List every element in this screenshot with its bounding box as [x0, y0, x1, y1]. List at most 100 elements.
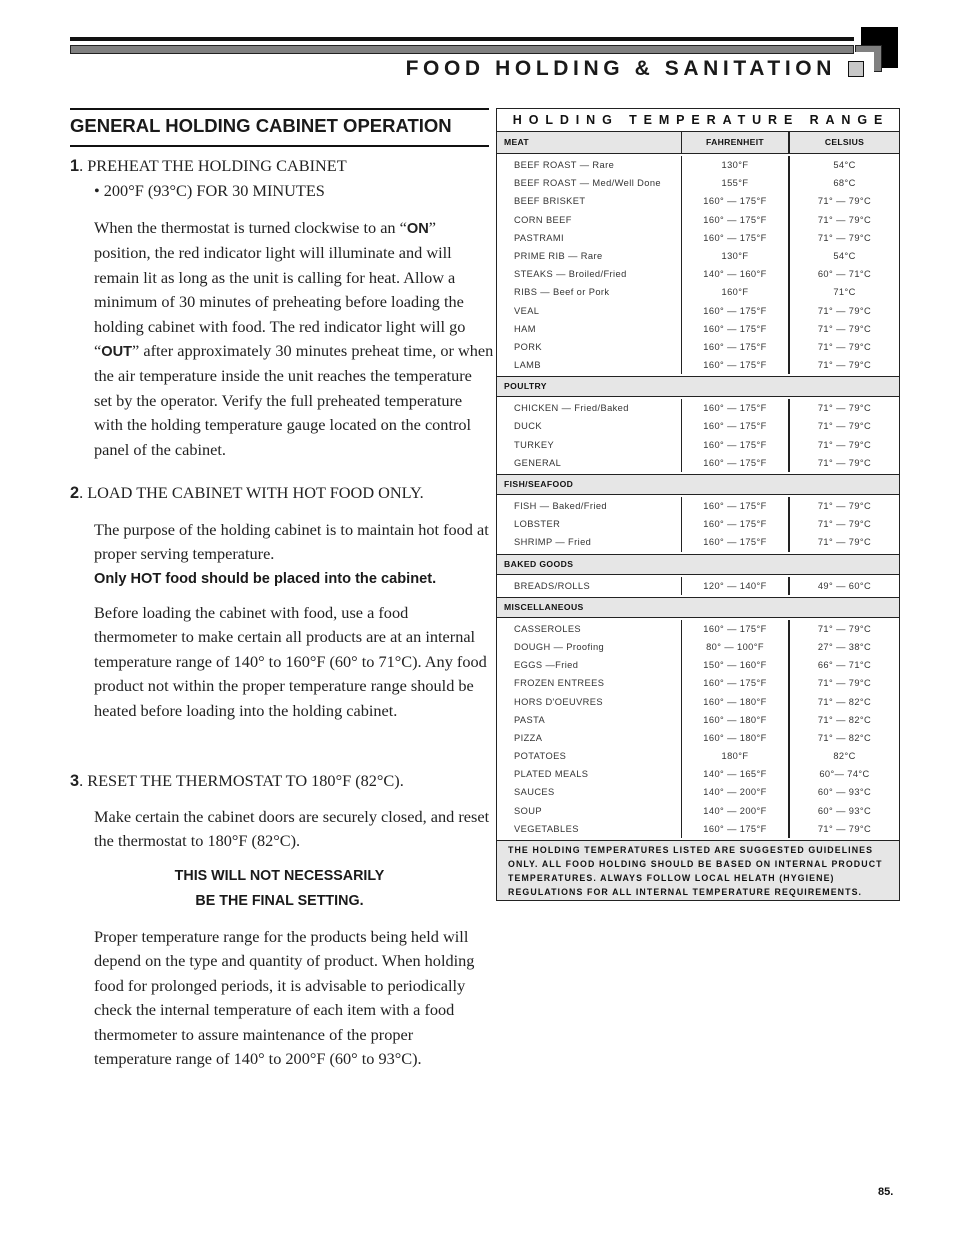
food-name: TURKEY: [514, 439, 555, 450]
holding-temperature-table: HOLDING TEMPERATURE RANGE MEAT FAHRENHEIT…: [496, 108, 900, 901]
fahrenheit-value: 160° — 175°F: [681, 417, 788, 436]
celsius-value: 71° — 79°C: [788, 192, 899, 211]
out-label: OUT: [101, 344, 133, 361]
celsius-value: 71° — 79°C: [788, 435, 899, 454]
celsius-value: 71° — 79°C: [788, 619, 899, 638]
category-header: BAKED GOODS: [497, 553, 899, 575]
category-header: MEAT: [504, 137, 529, 147]
fahrenheit-value: 120° — 140°F: [681, 576, 788, 595]
food-name: HORS D'OEUVRES: [514, 696, 603, 707]
celsius-value: 71° — 79°C: [788, 453, 899, 472]
food-name: RIBS — Beef or Pork: [514, 287, 610, 298]
food-name: LAMB: [514, 360, 541, 371]
celsius-value: 71° — 79°C: [788, 228, 899, 247]
celsius-value: 71° — 79°C: [788, 210, 899, 229]
food-name: FROZEN ENTREES: [514, 678, 605, 689]
food-name: VEGETABLES: [514, 823, 579, 834]
fahrenheit-value: 160° — 175°F: [681, 301, 788, 320]
step-2-paragraph-2: Before loading the cabinet with food, us…: [94, 603, 487, 720]
food-name: PLATED MEALS: [514, 769, 589, 780]
page-number: 85.: [878, 1186, 894, 1198]
fahrenheit-value: 140° — 160°F: [681, 265, 788, 284]
food-name: POTATOES: [514, 751, 567, 762]
text-span: ” after approximately 30 minutes preheat…: [94, 341, 494, 459]
page-title: FOOD HOLDING & SANITATION: [405, 57, 836, 80]
table-row: SHRIMP — Fried 160° — 175°F 71° — 79°C: [497, 533, 899, 552]
table-row: FROZEN ENTREES 160° — 175°F 71° — 79°C: [497, 674, 899, 693]
category-group: CHICKEN — Fried/Baked 160° — 175°F 71° — 7…: [497, 397, 899, 474]
fahrenheit-value: 160° — 175°F: [681, 533, 788, 552]
celsius-value: 60° — 93°C: [788, 801, 899, 820]
category-group: FISH — Baked/Fried 160° — 175°F 71° — 79°C…: [497, 495, 899, 554]
celsius-header: CELSIUS: [788, 132, 899, 153]
fahrenheit-value: 130°F: [681, 156, 788, 175]
food-name: BREADS/ROLLS: [514, 580, 591, 591]
table-row: PLATED MEALS 140° — 165°F 60°— 74°C: [497, 765, 899, 784]
table-note: THE HOLDING TEMPERATURES LISTED ARE SUGG…: [497, 840, 899, 900]
food-name: GENERAL: [514, 457, 562, 468]
food-name: BEEF BRISKET: [514, 196, 586, 207]
celsius-value: 71° — 79°C: [788, 515, 899, 534]
fahrenheit-value: 160° — 180°F: [681, 728, 788, 748]
fahrenheit-value: 160° — 175°F: [681, 210, 788, 229]
food-name: BEEF ROAST — Rare: [514, 160, 615, 170]
category-group: CASSEROLES 160° — 175°F 71° — 79°C DOUGH — …: [497, 618, 899, 840]
table-row: LAMB 160° — 175°F 71° — 79°C: [497, 356, 899, 375]
celsius-value: 71° — 79°C: [788, 356, 899, 375]
fahrenheit-value: 160° — 175°F: [681, 674, 788, 693]
table-row: VEGETABLES 160° — 175°F 71° — 79°C: [497, 819, 899, 838]
fahrenheit-value: 140° — 165°F: [681, 765, 788, 784]
food-name: LOBSTER: [514, 519, 561, 530]
table-row: GENERAL 160° — 175°F 71° — 79°C: [497, 453, 899, 472]
celsius-value: 27° — 38°C: [788, 637, 899, 657]
food-name: CASSEROLES: [514, 623, 582, 634]
food-name: EGGS —Fried: [514, 660, 579, 671]
fahrenheit-value: 180°F: [681, 747, 788, 766]
food-name: HAM: [514, 323, 536, 334]
step-separator: .: [79, 156, 88, 175]
table-row: STEAKS — Broiled/Fried 140° — 160°F 60° — …: [497, 265, 899, 284]
celsius-value: 71° — 82°C: [788, 692, 899, 711]
food-name: STEAKS — Broiled/Fried: [514, 269, 627, 280]
table-row: DUCK 160° — 175°F 71° — 79°C: [497, 417, 899, 436]
step-2-bold-line: Only HOT food should be placed into the …: [94, 571, 437, 587]
table-body: MEAT FAHRENHEIT CELSIUS BEEF ROAST — Rare 13…: [497, 132, 899, 840]
fahrenheit-value: 140° — 200°F: [681, 783, 788, 802]
table-row: FISH — Baked/Fried 160° — 175°F 71° — 79°C: [497, 495, 899, 516]
category-header: FISH/SEAFOOD: [497, 474, 899, 495]
header-rule-black: [70, 37, 854, 41]
table-row: RIBS — Beef or Pork 160°F 71°C: [497, 283, 899, 302]
step-separator: .: [79, 771, 88, 790]
celsius-value: 71° — 79°C: [788, 674, 899, 693]
step-1-heading: 1. PREHEAT THE HOLDING CABINET: [70, 156, 347, 176]
celsius-value: 71° — 79°C: [788, 819, 899, 838]
section-title: GENERAL HOLDING CABINET OPERATION: [70, 108, 489, 147]
fahrenheit-value: 160° — 175°F: [681, 399, 788, 418]
food-name: SOUP: [514, 805, 542, 816]
fahrenheit-value: 150° — 160°F: [681, 656, 788, 675]
fahrenheit-value: 160° — 175°F: [681, 192, 788, 211]
food-name: PIZZA: [514, 732, 543, 743]
table-row: CHICKEN — Fried/Baked 160° — 175°F 71° — 7…: [497, 397, 899, 418]
table-row: POTATOES 180°F 82°C: [497, 747, 899, 766]
celsius-value: 60° — 93°C: [788, 783, 899, 802]
table-row: PIZZA 160° — 180°F 71° — 82°C: [497, 728, 899, 748]
table-row: PORK 160° — 175°F 71° — 79°C: [497, 337, 899, 357]
fahrenheit-value: 160° — 175°F: [681, 356, 788, 375]
food-name: PRIME RIB — Rare: [514, 250, 603, 261]
table-row: BEEF BRISKET 160° — 175°F 71° — 79°C: [497, 192, 899, 211]
header-square-icon: [848, 61, 864, 77]
on-label: ON: [406, 221, 429, 237]
table-row: PASTA 160° — 180°F 71° — 82°C: [497, 710, 899, 729]
celsius-value: 71° — 82°C: [788, 728, 899, 748]
fahrenheit-value: 160°F: [681, 283, 788, 302]
table-row: BEEF ROAST — Med/Well Done 155°F 68°C: [497, 174, 899, 193]
category-group: BREADS/ROLLS 120° — 140°F 49° — 60°C: [497, 575, 899, 597]
table-row: LOBSTER 160° — 175°F 71° — 79°C: [497, 515, 899, 534]
food-name: PORK: [514, 341, 542, 352]
table-row: BREADS/ROLLS 120° — 140°F 49° — 60°C: [497, 575, 899, 595]
fahrenheit-header: FAHRENHEIT: [681, 132, 788, 153]
food-name: BEEF ROAST — Med/Well Done: [514, 178, 661, 189]
step-3-paragraph-1: Make certain the cabinet doors are secur…: [94, 807, 490, 851]
table-row: CASSEROLES 160° — 175°F 71° — 79°C: [497, 618, 899, 638]
